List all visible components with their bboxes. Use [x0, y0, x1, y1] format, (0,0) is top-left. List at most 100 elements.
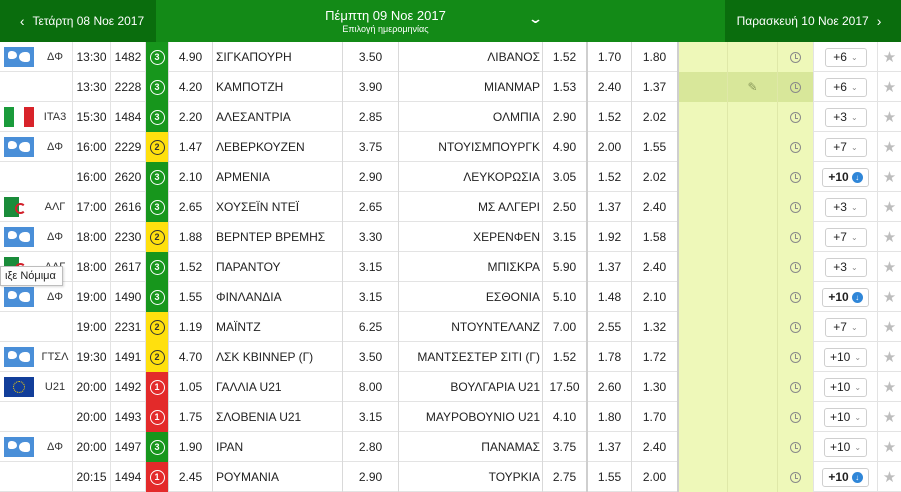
match-row[interactable]: ΔΦ 16:00 2229 2 1.47 ΛΕΒΕΡΚΟΥΖΕΝ 3.75 ΝΤ…: [0, 132, 901, 162]
odd-over[interactable]: 1.32: [631, 312, 677, 342]
odd-over[interactable]: 1.70: [631, 402, 677, 432]
favorite-star-icon[interactable]: ★: [877, 162, 901, 192]
more-bets-button[interactable]: +6 ⌄: [824, 47, 867, 67]
odd-home[interactable]: 2.10: [168, 162, 212, 192]
odd-under[interactable]: 2.40: [586, 72, 631, 102]
odd-home[interactable]: 1.88: [168, 222, 212, 252]
odd-over[interactable]: 1.37: [631, 72, 677, 102]
more-bets-button[interactable]: +7 ⌄: [824, 317, 867, 337]
favorite-star-icon[interactable]: ★: [877, 342, 901, 372]
odd-under[interactable]: 1.52: [586, 102, 631, 132]
odd-under[interactable]: 1.55: [586, 462, 631, 492]
odd-draw[interactable]: 2.85: [342, 102, 398, 132]
odd-draw[interactable]: 3.15: [342, 402, 398, 432]
odd-draw[interactable]: 2.80: [342, 432, 398, 462]
chevron-down-icon[interactable]: ⌄: [528, 11, 543, 27]
favorite-star-icon[interactable]: ★: [877, 312, 901, 342]
odd-away[interactable]: 3.75: [542, 432, 586, 462]
match-row[interactable]: ΑΛΓ 18:00 2617 3 1.52 ΠΑΡΑΝΤΟΥ 3.15 ΜΠΙΣ…: [0, 252, 901, 282]
odd-home[interactable]: 2.65: [168, 192, 212, 222]
odd-home[interactable]: 1.52: [168, 252, 212, 282]
odd-away[interactable]: 2.50: [542, 192, 586, 222]
odd-under[interactable]: 2.60: [586, 372, 631, 402]
favorite-star-icon[interactable]: ★: [877, 102, 901, 132]
odd-over[interactable]: 1.55: [631, 132, 677, 162]
odd-draw[interactable]: 3.90: [342, 72, 398, 102]
odd-away[interactable]: 5.10: [542, 282, 586, 312]
favorite-star-icon[interactable]: ★: [877, 372, 901, 402]
odd-away[interactable]: 4.10: [542, 402, 586, 432]
match-row[interactable]: ΓΤΣΛ 19:30 1491 2 4.70 ΛΣΚ ΚΒΙΝΝΕΡ (Γ) 3…: [0, 342, 901, 372]
odd-home[interactable]: 1.90: [168, 432, 212, 462]
more-bets-button[interactable]: +6 ⌄: [824, 77, 867, 97]
odd-under[interactable]: 1.78: [586, 342, 631, 372]
odd-over[interactable]: 1.80: [631, 42, 677, 72]
odd-draw[interactable]: 3.50: [342, 42, 398, 72]
match-row[interactable]: ΔΦ 18:00 2230 2 1.88 ΒΕΡΝΤΕΡ ΒΡΕΜΗΣ 3.30…: [0, 222, 901, 252]
odd-under[interactable]: 1.37: [586, 192, 631, 222]
odd-away[interactable]: 3.05: [542, 162, 586, 192]
favorite-star-icon[interactable]: ★: [877, 132, 901, 162]
odd-over[interactable]: 2.10: [631, 282, 677, 312]
more-bets-button[interactable]: +3 ⌄: [824, 107, 867, 127]
match-row[interactable]: 16:00 2620 3 2.10 ΑΡΜΕΝΙΑ 2.90 ΛΕΥΚΟΡΩΣΙ…: [0, 162, 901, 192]
odd-home[interactable]: 1.47: [168, 132, 212, 162]
odd-away[interactable]: 1.52: [542, 42, 586, 72]
odd-home[interactable]: 4.70: [168, 342, 212, 372]
odd-under[interactable]: 2.55: [586, 312, 631, 342]
odd-over[interactable]: 2.02: [631, 162, 677, 192]
odd-away[interactable]: 1.52: [542, 342, 586, 372]
match-row[interactable]: ΔΦ 20:00 1497 3 1.90 ΙΡΑΝ 2.80 ΠΑΝΑΜΑΣ 3…: [0, 432, 901, 462]
odd-home[interactable]: 2.45: [168, 462, 212, 492]
more-bets-button[interactable]: +7 ⌄: [824, 137, 867, 157]
match-row[interactable]: 20:15 1494 1 2.45 ΡΟΥΜΑΝΙΑ 2.90 ΤΟΥΡΚΙΑ …: [0, 462, 901, 492]
favorite-star-icon[interactable]: ★: [877, 222, 901, 252]
favorite-star-icon[interactable]: ★: [877, 192, 901, 222]
odd-away[interactable]: 5.90: [542, 252, 586, 282]
favorite-star-icon[interactable]: ★: [877, 432, 901, 462]
odd-under[interactable]: 1.37: [586, 252, 631, 282]
odd-over[interactable]: 1.30: [631, 372, 677, 402]
more-bets-button[interactable]: +3 ⌄: [824, 257, 867, 277]
odd-over[interactable]: 1.58: [631, 222, 677, 252]
odd-home[interactable]: 1.19: [168, 312, 212, 342]
odd-draw[interactable]: 2.90: [342, 162, 398, 192]
odd-draw[interactable]: 2.65: [342, 192, 398, 222]
match-row[interactable]: 13:30 2228 3 4.20 ΚΑΜΠΟΤΖΗ 3.90 ΜΙΑΝΜΑΡ …: [0, 72, 901, 102]
more-bets-button[interactable]: +10 ↓: [822, 467, 869, 487]
odd-over[interactable]: 2.02: [631, 102, 677, 132]
odd-away[interactable]: 3.15: [542, 222, 586, 252]
odd-over[interactable]: 2.40: [631, 252, 677, 282]
odd-over[interactable]: 2.40: [631, 192, 677, 222]
odd-under[interactable]: 1.70: [586, 42, 631, 72]
odd-over[interactable]: 2.00: [631, 462, 677, 492]
odd-home[interactable]: 2.20: [168, 102, 212, 132]
odd-under[interactable]: 1.48: [586, 282, 631, 312]
match-row[interactable]: ΑΛΓ 17:00 2616 3 2.65 ΧΟΥΣΕΪΝ ΝΤΕΪ 2.65 …: [0, 192, 901, 222]
more-bets-button[interactable]: +10 ↓: [822, 167, 869, 187]
odd-draw[interactable]: 3.15: [342, 252, 398, 282]
favorite-star-icon[interactable]: ★: [877, 252, 901, 282]
odd-away[interactable]: 7.00: [542, 312, 586, 342]
odd-draw[interactable]: 3.30: [342, 222, 398, 252]
odd-draw[interactable]: 2.90: [342, 462, 398, 492]
match-row[interactable]: ΔΦ 13:30 1482 3 4.90 ΣΙΓΚΑΠΟΥΡΗ 3.50 ΛΙΒ…: [0, 42, 901, 72]
odd-draw[interactable]: 3.15: [342, 282, 398, 312]
favorite-star-icon[interactable]: ★: [877, 282, 901, 312]
odd-away[interactable]: 4.90: [542, 132, 586, 162]
odd-away[interactable]: 2.75: [542, 462, 586, 492]
favorite-star-icon[interactable]: ★: [877, 72, 901, 102]
odd-home[interactable]: 4.20: [168, 72, 212, 102]
odd-away[interactable]: 1.53: [542, 72, 586, 102]
odd-draw[interactable]: 3.75: [342, 132, 398, 162]
odd-over[interactable]: 1.72: [631, 342, 677, 372]
odd-draw[interactable]: 6.25: [342, 312, 398, 342]
odd-under[interactable]: 2.00: [586, 132, 631, 162]
more-bets-button[interactable]: +10 ⌄: [823, 407, 868, 427]
next-day-button[interactable]: Παρασκευή 10 Νοε 2017 ›: [725, 0, 901, 42]
more-bets-button[interactable]: +10 ⌄: [823, 377, 868, 397]
odd-draw[interactable]: 3.50: [342, 342, 398, 372]
odd-away[interactable]: 2.90: [542, 102, 586, 132]
odd-under[interactable]: 1.37: [586, 432, 631, 462]
more-bets-button[interactable]: +3 ⌄: [824, 197, 867, 217]
